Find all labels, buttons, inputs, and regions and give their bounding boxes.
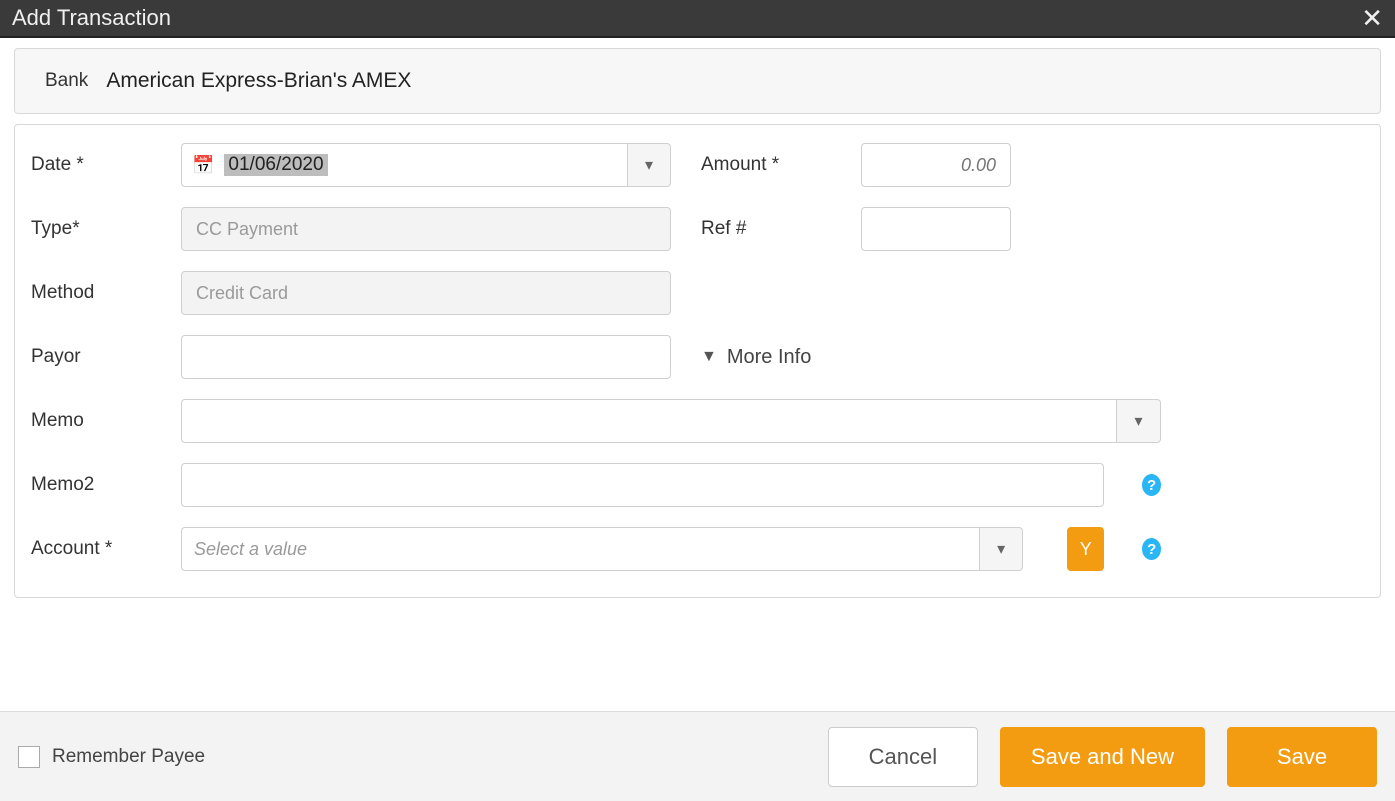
payor-input[interactable] (182, 336, 670, 378)
memo-label: Memo (31, 410, 161, 432)
bank-value: American Express-Brian's AMEX (106, 69, 411, 93)
type-value: CC Payment (182, 219, 298, 240)
more-info-toggle[interactable]: ▼ More Info (701, 346, 1161, 369)
more-info-label: More Info (727, 346, 811, 369)
remember-payee-label: Remember Payee (52, 746, 205, 768)
calendar-icon: 📅 (192, 155, 214, 176)
ref-label: Ref # (701, 218, 841, 240)
dialog-title: Add Transaction (12, 5, 171, 31)
account-field[interactable]: Select a value (181, 527, 979, 571)
close-icon[interactable]: ✕ (1361, 5, 1383, 31)
memo-dropdown-button[interactable]: ▾ (1117, 399, 1161, 443)
memo2-input[interactable] (182, 464, 1103, 506)
form-panel: Date * 📅 01/06/2020 ▾ Amount * Type* CC … (14, 124, 1381, 598)
type-label: Type* (31, 218, 161, 240)
memo2-label: Memo2 (31, 474, 161, 496)
method-value: Credit Card (182, 283, 288, 304)
cancel-button[interactable]: Cancel (828, 727, 978, 787)
memo-field[interactable] (181, 399, 1117, 443)
ref-input[interactable] (862, 208, 1010, 250)
y-button[interactable]: Y (1067, 527, 1104, 571)
help-icon[interactable]: ? (1142, 474, 1161, 496)
account-dropdown-button[interactable]: ▾ (979, 527, 1023, 571)
save-button[interactable]: Save (1227, 727, 1377, 787)
method-label: Method (31, 282, 161, 304)
chevron-down-icon: ▾ (645, 155, 653, 175)
account-placeholder: Select a value (182, 539, 307, 560)
save-and-new-button[interactable]: Save and New (1000, 727, 1205, 787)
amount-input[interactable] (862, 144, 1010, 186)
date-value[interactable]: 01/06/2020 (224, 154, 327, 176)
bank-panel: Bank American Express-Brian's AMEX (14, 48, 1381, 114)
remember-payee-checkbox[interactable] (18, 746, 40, 768)
chevron-down-icon: ▾ (1134, 411, 1142, 431)
amount-label: Amount * (701, 154, 841, 176)
date-dropdown-button[interactable]: ▾ (627, 143, 671, 187)
memo2-field[interactable] (181, 463, 1104, 507)
payor-field[interactable] (181, 335, 671, 379)
remember-payee-group: Remember Payee (18, 746, 205, 768)
amount-field[interactable] (861, 143, 1011, 187)
help-icon[interactable]: ? (1142, 538, 1161, 560)
triangle-down-icon: ▼ (701, 348, 717, 366)
dialog-footer: Remember Payee Cancel Save and New Save (0, 711, 1395, 801)
method-field[interactable]: Credit Card (181, 271, 671, 315)
ref-field[interactable] (861, 207, 1011, 251)
account-label: Account * (31, 538, 161, 560)
date-field[interactable]: 📅 01/06/2020 ▾ (181, 143, 671, 187)
memo-input[interactable] (182, 400, 1116, 442)
date-label: Date * (31, 154, 161, 176)
dialog-titlebar: Add Transaction ✕ (0, 0, 1395, 38)
type-field[interactable]: CC Payment (181, 207, 671, 251)
chevron-down-icon: ▾ (997, 539, 1005, 559)
payor-label: Payor (31, 346, 161, 368)
bank-label: Bank (45, 70, 88, 92)
